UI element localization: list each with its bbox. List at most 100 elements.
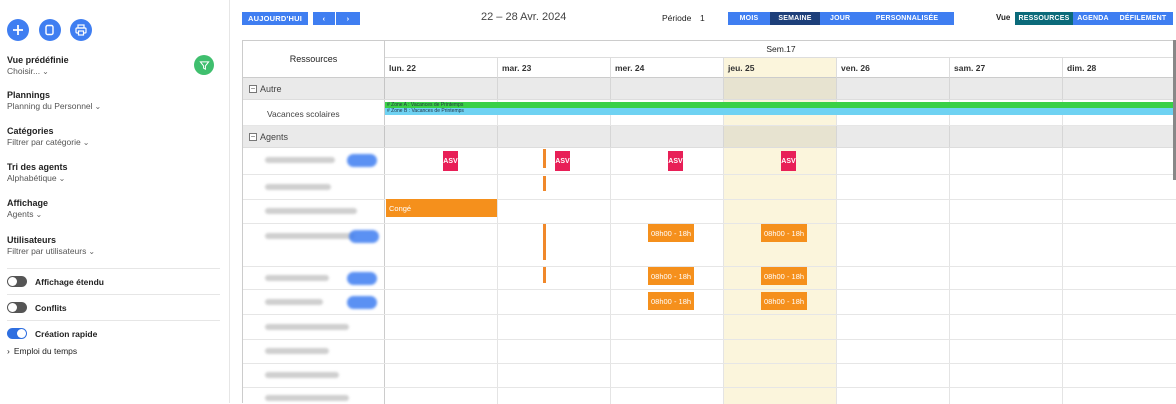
chevron-down-icon: ⌄ bbox=[88, 247, 96, 256]
agent-name-redacted[interactable] bbox=[265, 157, 335, 163]
collapse-icon[interactable]: − bbox=[249, 85, 257, 93]
users-value[interactable]: Filtrer par utilisateurs bbox=[7, 246, 86, 256]
day-header[interactable]: ven. 26 bbox=[837, 58, 950, 78]
agent-name-redacted[interactable] bbox=[265, 233, 355, 239]
chevron-down-icon: ⌄ bbox=[42, 67, 49, 76]
event-marker[interactable] bbox=[543, 176, 546, 191]
agent-hours-badge bbox=[349, 230, 379, 243]
day-header[interactable]: sam. 27 bbox=[950, 58, 1063, 78]
toggle-switch[interactable] bbox=[7, 276, 27, 287]
row-divider bbox=[243, 363, 1176, 364]
categories-section[interactable]: Catégories Filtrer par catégorie ⌄ bbox=[7, 126, 89, 148]
period-custom-button[interactable]: PERSONNALISÉE bbox=[860, 12, 954, 25]
sort-value[interactable]: Alphabétique bbox=[7, 173, 57, 183]
chevron-right-icon: › bbox=[346, 14, 350, 23]
today-button[interactable]: AUJOURD'HUI bbox=[242, 12, 308, 25]
day-header[interactable]: mar. 23 bbox=[498, 58, 611, 78]
view-scroll-button[interactable]: DÉFILEMENT bbox=[1113, 12, 1173, 25]
preset-view-section[interactable]: Vue prédéfinie Choisir... ⌄ bbox=[7, 55, 69, 77]
view-agenda-button[interactable]: AGENDA bbox=[1073, 12, 1113, 25]
prev-button[interactable]: ‹ bbox=[313, 12, 335, 25]
agent-name-redacted[interactable] bbox=[265, 184, 331, 190]
event-marker[interactable] bbox=[543, 149, 546, 168]
agent-name-redacted[interactable] bbox=[265, 324, 349, 330]
agent-name-redacted[interactable] bbox=[265, 299, 323, 305]
group-label: Autre bbox=[260, 84, 282, 94]
collapse-icon[interactable]: − bbox=[249, 133, 257, 141]
toggle-switch[interactable] bbox=[7, 302, 27, 313]
event-asv[interactable]: ASV bbox=[555, 151, 570, 171]
agent-name-redacted[interactable] bbox=[265, 395, 349, 401]
schedule-link[interactable]: › Emploi du temps bbox=[7, 346, 77, 356]
row-divider bbox=[243, 339, 1176, 340]
filter-icon bbox=[198, 60, 210, 70]
agent-hours-badge bbox=[347, 272, 377, 285]
event-shift[interactable]: 08h00 - 18h bbox=[761, 224, 807, 242]
chevron-left-icon: ‹ bbox=[322, 14, 326, 23]
preset-title: Vue prédéfinie bbox=[7, 55, 69, 65]
row-divider bbox=[243, 199, 1176, 200]
event-marker[interactable] bbox=[543, 267, 546, 283]
copy-button[interactable] bbox=[39, 19, 61, 41]
event-zone-b[interactable]: # Zone B : Vacances de Printemps bbox=[385, 108, 1175, 115]
toggle-row-conflicts[interactable]: Conflits bbox=[7, 302, 67, 313]
row-divider bbox=[243, 289, 1176, 290]
toggle-row-quick-create[interactable]: Création rapide bbox=[7, 328, 97, 339]
add-button[interactable] bbox=[7, 19, 29, 41]
copy-icon bbox=[45, 24, 54, 36]
agent-name-redacted[interactable] bbox=[265, 348, 329, 354]
row-divider bbox=[243, 125, 1176, 126]
preset-value[interactable]: Choisir... bbox=[7, 66, 40, 76]
group-agents[interactable]: − Agents bbox=[249, 132, 288, 142]
row-divider bbox=[243, 223, 1176, 224]
sort-section[interactable]: Tri des agents Alphabétique ⌄ bbox=[7, 162, 68, 184]
group-row-agents[interactable] bbox=[243, 126, 1176, 148]
event-shift[interactable]: 08h00 - 18h bbox=[761, 292, 807, 310]
print-icon bbox=[75, 24, 87, 36]
chevron-down-icon: ⌄ bbox=[94, 102, 102, 111]
chevron-down-icon: ⌄ bbox=[82, 138, 90, 147]
agent-hours-badge bbox=[347, 154, 377, 167]
day-header[interactable]: jeu. 25 bbox=[724, 58, 837, 78]
period-week-button[interactable]: SEMAINE bbox=[770, 12, 820, 25]
plannings-value[interactable]: Planning du Personnel bbox=[7, 101, 93, 111]
plannings-section[interactable]: Plannings Planning du Personnel ⌄ bbox=[7, 90, 101, 112]
toggle-switch[interactable] bbox=[7, 328, 27, 339]
view-resources-button[interactable]: RESSOURCES bbox=[1015, 12, 1073, 25]
event-conge[interactable]: Congé bbox=[386, 199, 497, 217]
chevron-right-icon: › bbox=[7, 346, 10, 356]
day-header[interactable]: lun. 22 bbox=[385, 58, 498, 78]
next-button[interactable]: › bbox=[336, 12, 360, 25]
sort-title: Tri des agents bbox=[7, 162, 68, 172]
filter-button[interactable] bbox=[194, 55, 214, 75]
event-asv[interactable]: ASV bbox=[781, 151, 796, 171]
group-row-autre[interactable] bbox=[243, 78, 1176, 100]
toggle-label: Affichage étendu bbox=[35, 276, 104, 287]
event-marker[interactable] bbox=[543, 224, 546, 260]
resource-calendar: Ressources Sem.17 lun. 22 mar. 23 mer. 2… bbox=[242, 40, 1176, 404]
divider bbox=[7, 268, 220, 269]
toggle-row-extended[interactable]: Affichage étendu bbox=[7, 276, 104, 287]
categories-value[interactable]: Filtrer par catégorie bbox=[7, 137, 81, 147]
display-section[interactable]: Affichage Agents ⌄ bbox=[7, 198, 48, 220]
event-shift[interactable]: 08h00 - 18h bbox=[648, 224, 694, 242]
group-autre[interactable]: − Autre bbox=[249, 84, 282, 94]
event-shift[interactable]: 08h00 - 18h bbox=[761, 267, 807, 285]
agent-name-redacted[interactable] bbox=[265, 275, 329, 281]
day-header[interactable]: dim. 28 bbox=[1063, 58, 1176, 78]
period-month-button[interactable]: MOIS bbox=[728, 12, 770, 25]
event-asv[interactable]: ASV bbox=[443, 151, 458, 171]
schedule-label: Emploi du temps bbox=[13, 346, 78, 356]
agent-name-redacted[interactable] bbox=[265, 372, 339, 378]
event-asv[interactable]: ASV bbox=[668, 151, 683, 171]
agent-name-redacted[interactable] bbox=[265, 208, 357, 214]
period-day-button[interactable]: JOUR bbox=[820, 12, 860, 25]
event-shift[interactable]: 08h00 - 18h bbox=[648, 267, 694, 285]
print-button[interactable] bbox=[70, 19, 92, 41]
event-shift[interactable]: 08h00 - 18h bbox=[648, 292, 694, 310]
day-header[interactable]: mer. 24 bbox=[611, 58, 724, 78]
users-section[interactable]: Utilisateurs Filtrer par utilisateurs ⌄ bbox=[7, 235, 95, 257]
period-input[interactable]: 1 bbox=[700, 13, 705, 23]
sidebar: Vue prédéfinie Choisir... ⌄ Plannings Pla… bbox=[0, 0, 230, 403]
display-value[interactable]: Agents bbox=[7, 209, 33, 219]
